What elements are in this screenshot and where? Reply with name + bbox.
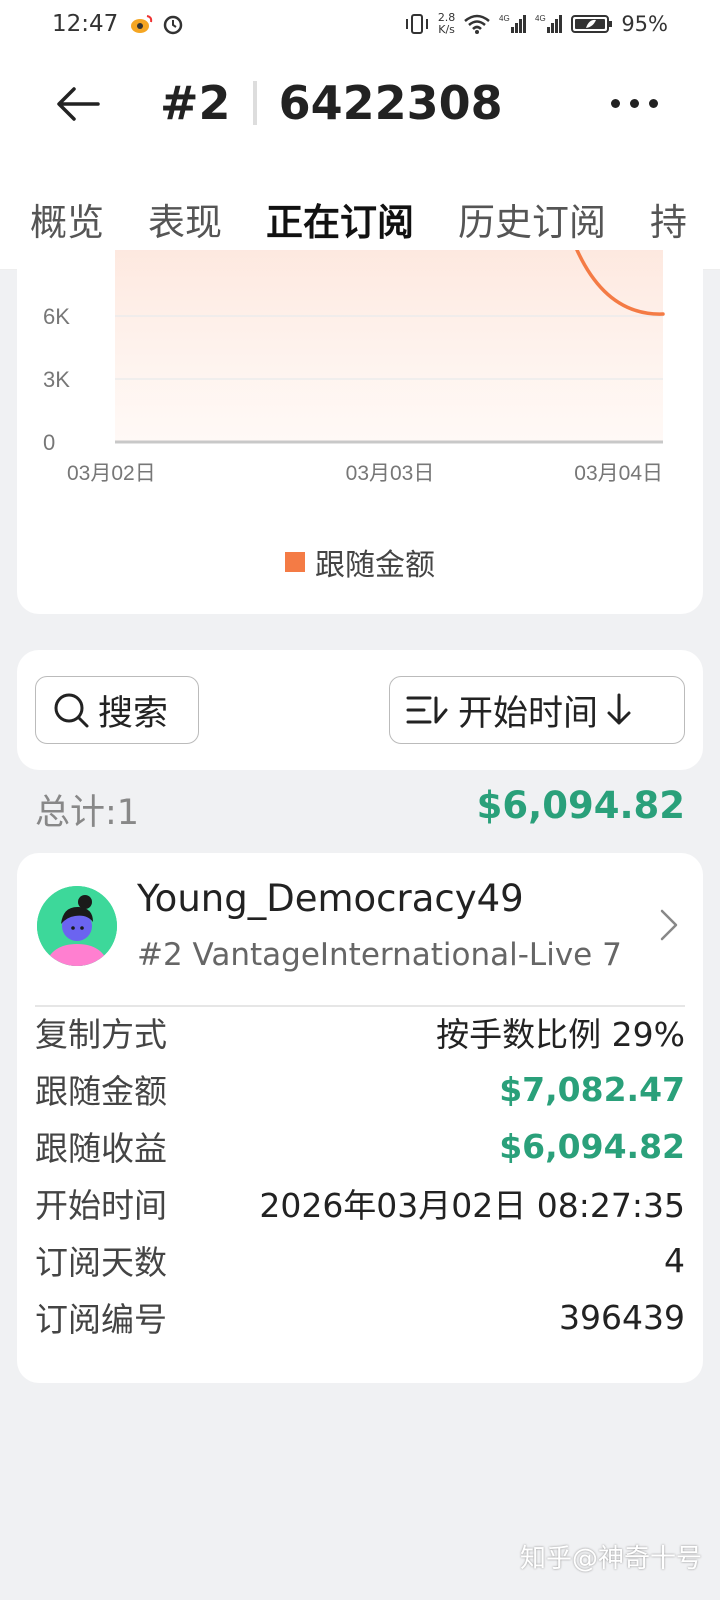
signal-icon-2: 4G <box>535 14 563 33</box>
follow-amount-chart: 0 3K 6K 03月02日 03月03日 03月04日 <box>43 250 665 485</box>
y-tick-label: 6K <box>43 304 70 329</box>
page-title: #2 6422308 <box>160 76 503 130</box>
app-header: #2 6422308 <box>0 48 720 168</box>
chevron-right-icon[interactable] <box>657 907 681 943</box>
detail-value: 按手数比例 29% <box>436 1015 685 1054</box>
clock: 12:47 <box>52 11 119 37</box>
account-number: 6422308 <box>278 76 503 130</box>
detail-key: 跟随金额 <box>35 1072 167 1111</box>
signal-icon-1: 4G <box>499 14 527 33</box>
detail-key: 跟随收益 <box>35 1129 167 1168</box>
detail-key: 订阅天数 <box>35 1243 167 1282</box>
arrow-down-icon <box>607 693 631 725</box>
filter-card: 搜索 开始时间 <box>17 650 703 770</box>
detail-value: $7,082.47 <box>499 1069 685 1109</box>
y-tick-label: 0 <box>43 430 55 455</box>
chart-legend[interactable]: 跟随金额 <box>17 540 703 584</box>
sort-label: 开始时间 <box>458 693 599 734</box>
avatar-illustration <box>37 886 117 966</box>
sort-list-icon <box>406 696 448 724</box>
svg-text:4G: 4G <box>499 14 510 23</box>
detail-key: 订阅编号 <box>35 1300 167 1339</box>
detail-value: 4 <box>664 1240 685 1280</box>
total-amount: $6,094.82 <box>476 784 685 827</box>
more-options-icon[interactable] <box>604 88 664 118</box>
battery-icon <box>571 15 613 33</box>
legend-label: 跟随金额 <box>315 548 435 583</box>
title-separator <box>252 81 257 125</box>
detail-row-subscription-days: 订阅天数 4 <box>35 1231 685 1289</box>
detail-row-follow-profit: 跟随收益 $6,094.82 <box>35 1117 685 1175</box>
wifi-icon <box>464 14 491 34</box>
status-bar: 12:47 2.8 K/s 4G 4G 95% <box>0 0 720 48</box>
chart-card: 0 3K 6K 03月02日 03月03日 03月04日 跟随金额 <box>17 250 703 614</box>
weibo-icon <box>131 15 153 33</box>
detail-row-subscription-id: 订阅编号 396439 <box>35 1288 685 1346</box>
net-speed: 2.8 K/s <box>437 11 456 36</box>
total-count: 总计:1 <box>35 793 140 833</box>
rank-label: #2 <box>160 76 231 130</box>
x-tick-label: 03月03日 <box>346 462 435 485</box>
back-arrow-icon[interactable] <box>52 78 104 130</box>
avatar[interactable] <box>37 886 117 966</box>
vibrate-icon <box>405 14 428 34</box>
chart-area-fill <box>115 250 663 442</box>
strategy-name: #2 VantageInternational-Live 7 <box>137 937 622 973</box>
watermark: 知乎@神奇十号 <box>519 1544 702 1574</box>
detail-key: 复制方式 <box>35 1015 167 1054</box>
battery-level: 95% <box>621 12 668 36</box>
legend-swatch <box>285 552 305 572</box>
status-right-icons: 2.8 K/s 4G 4G 95% <box>404 12 668 36</box>
y-tick-label: 3K <box>43 367 70 392</box>
trader-name: Young_Democracy49 <box>137 877 524 920</box>
detail-value: 2026年03月02日 08:27:35 <box>259 1186 685 1225</box>
subscription-card[interactable]: Young_Democracy49 #2 VantageInternationa… <box>17 853 703 1383</box>
sort-button[interactable]: 开始时间 <box>389 676 685 744</box>
detail-value: $6,094.82 <box>499 1126 685 1166</box>
search-label: 搜索 <box>98 693 169 734</box>
search-icon <box>54 693 89 728</box>
search-button[interactable]: 搜索 <box>35 676 199 744</box>
detail-row-follow-amount: 跟随金额 $7,082.47 <box>35 1060 685 1118</box>
alarm-icon <box>164 15 183 35</box>
svg-text:4G: 4G <box>535 14 546 23</box>
detail-value: 396439 <box>559 1297 685 1337</box>
status-left-icons <box>130 13 184 35</box>
detail-row-copy-mode: 复制方式 按手数比例 29% <box>35 1003 685 1061</box>
detail-key: 开始时间 <box>35 1186 167 1225</box>
detail-row-start-time: 开始时间 2026年03月02日 08:27:35 <box>35 1174 685 1232</box>
x-tick-label: 03月04日 <box>574 462 663 485</box>
x-tick-label: 03月02日 <box>67 462 156 485</box>
